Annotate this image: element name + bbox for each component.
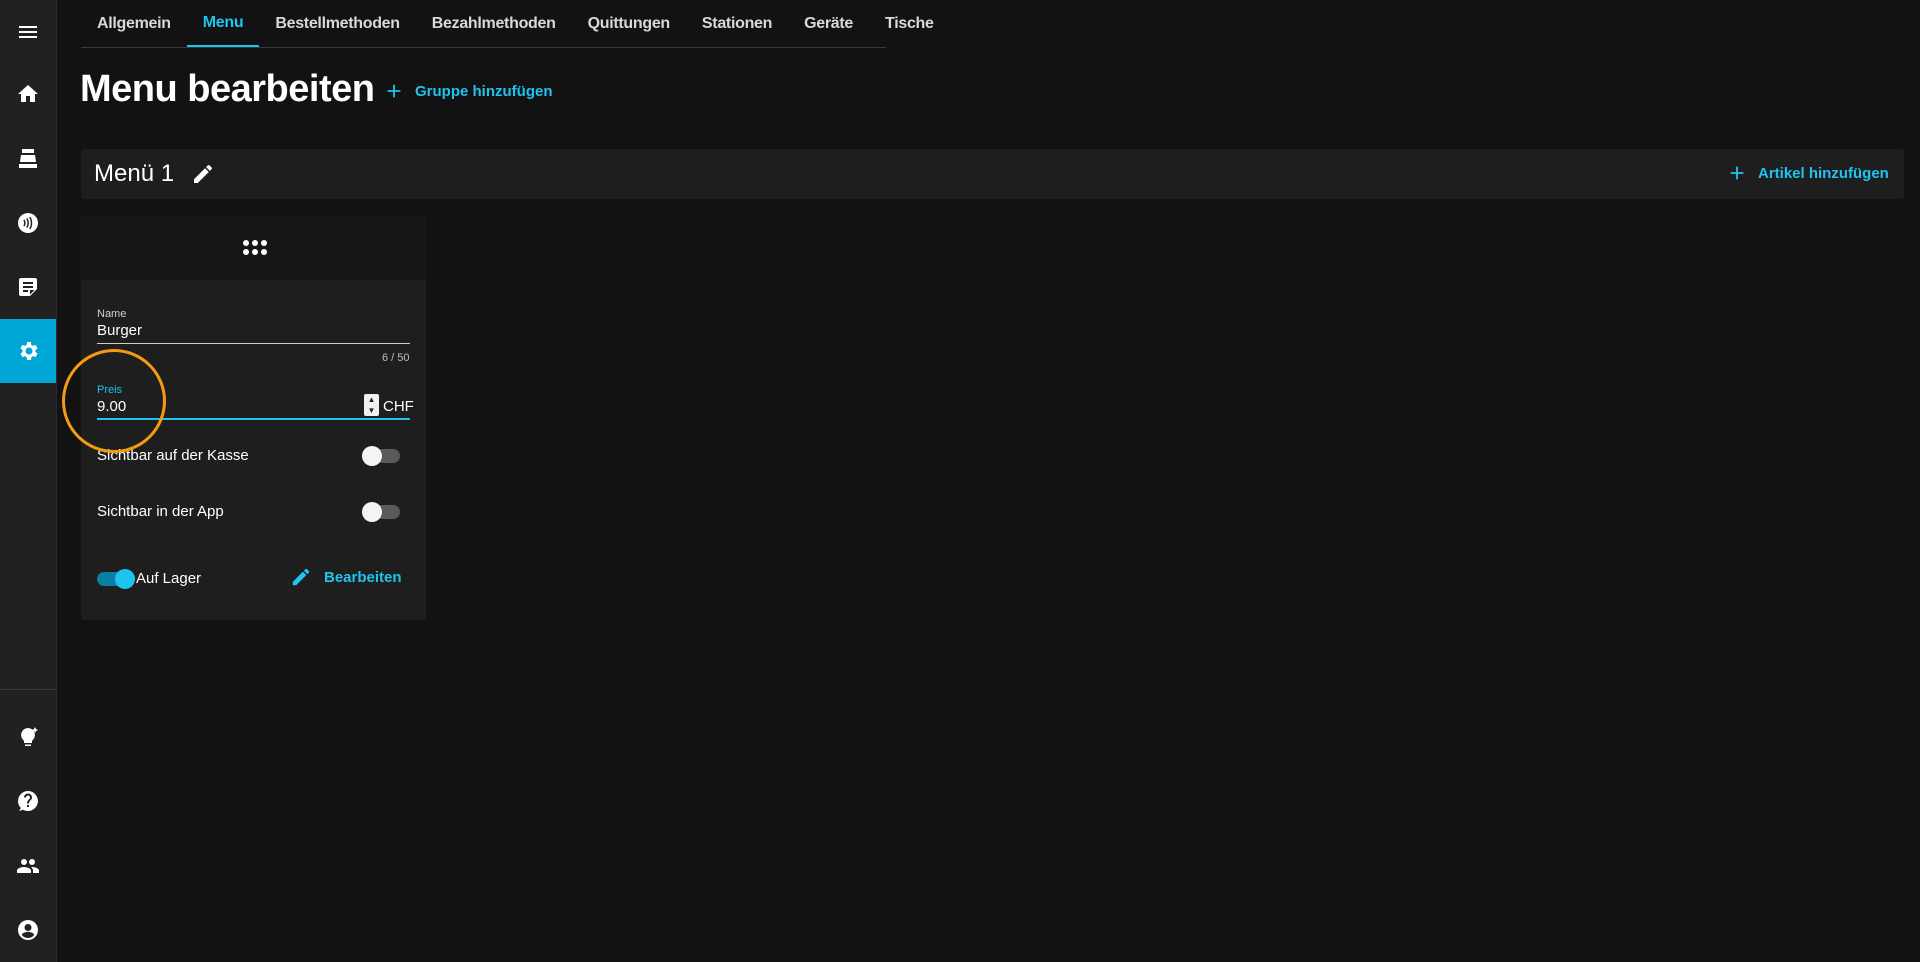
name-underline: [97, 343, 410, 344]
users-icon[interactable]: [0, 834, 56, 898]
add-group-label: Gruppe hinzufügen: [415, 82, 553, 100]
chevron-up-icon[interactable]: ▲: [364, 394, 379, 405]
edit-item-button[interactable]: Bearbeiten: [290, 566, 402, 588]
tab-stationen[interactable]: Stationen: [686, 0, 788, 47]
settings-tabs: Allgemein Menu Bestellmethoden Bezahlmet…: [81, 0, 934, 48]
plus-icon: [387, 84, 401, 98]
card-drag-area: [81, 217, 426, 280]
visible-pos-label: Sichtbar auf der Kasse: [97, 447, 249, 464]
orders-icon[interactable]: [0, 255, 56, 319]
plus-icon: [1730, 166, 1744, 180]
cash-register-icon[interactable]: [0, 127, 56, 191]
tab-tische[interactable]: Tische: [869, 0, 950, 47]
settings-icon[interactable]: [0, 319, 56, 383]
visible-app-switch[interactable]: [362, 502, 400, 522]
menu-icon[interactable]: [0, 0, 56, 64]
pencil-icon: [292, 568, 310, 586]
switch-knob: [115, 569, 135, 589]
pencil-icon: [194, 164, 212, 183]
price-input[interactable]: 9.00: [97, 398, 126, 415]
add-article-button[interactable]: Artikel hinzufügen: [1726, 162, 1889, 184]
home-icon[interactable]: [0, 62, 56, 126]
in-stock-switch[interactable]: [97, 569, 135, 589]
chevron-down-icon[interactable]: ▼: [364, 405, 379, 416]
name-counter: 6 / 50: [382, 352, 410, 364]
currency-suffix: CHF: [383, 398, 414, 415]
in-stock-label: Auf Lager: [136, 570, 202, 587]
tab-menu[interactable]: Menu: [186, 0, 260, 47]
menu-name: Menü 1: [94, 160, 175, 187]
sidebar: [0, 0, 57, 962]
contactless-icon[interactable]: [0, 191, 56, 255]
visible-pos-switch[interactable]: [362, 446, 400, 466]
account-icon[interactable]: [0, 898, 56, 962]
add-article-label: Artikel hinzufügen: [1758, 164, 1889, 182]
menu-header: Menü 1: [81, 149, 1904, 199]
add-group-button[interactable]: Gruppe hinzufügen: [383, 80, 552, 102]
help-icon[interactable]: [0, 769, 56, 833]
sidebar-divider: [0, 689, 56, 690]
edit-item-label: Bearbeiten: [324, 568, 402, 586]
edit-menu-button[interactable]: [191, 162, 215, 186]
visible-app-label: Sichtbar in der App: [97, 503, 224, 520]
name-input[interactable]: Burger: [97, 322, 142, 339]
tab-quittungen[interactable]: Quittungen: [572, 0, 686, 47]
price-label: Preis: [97, 384, 123, 396]
switch-knob: [362, 502, 382, 522]
tab-geraete[interactable]: Geräte: [788, 0, 869, 47]
switch-knob: [362, 446, 382, 466]
page-title: Menu bearbeiten: [80, 68, 375, 110]
tab-bestellmethoden[interactable]: Bestellmethoden: [259, 0, 415, 47]
lightbulb-icon[interactable]: [0, 705, 56, 769]
name-label: Name: [97, 308, 127, 320]
drag-handle-icon[interactable]: [241, 236, 269, 260]
price-stepper[interactable]: ▲ ▼: [364, 394, 379, 416]
price-underline: [97, 418, 410, 420]
tab-allgemein[interactable]: Allgemein: [81, 0, 187, 47]
tab-bezahlmethoden[interactable]: Bezahlmethoden: [416, 0, 572, 47]
